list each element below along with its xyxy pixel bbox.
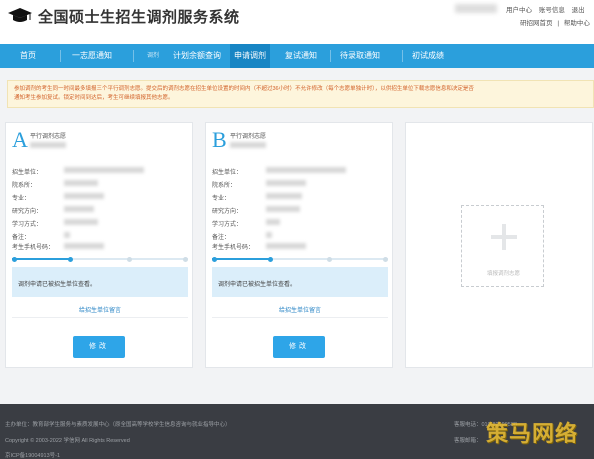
- redacted-value: [266, 232, 272, 238]
- footer-service-email: 客服邮箱：: [454, 438, 482, 444]
- notice-banner: 参加调剂的考生同一时间最多填报三个平行调剂志愿。提交后的调剂志愿在招生单位设置的…: [7, 80, 594, 108]
- nav-divider: [60, 50, 61, 62]
- field-label-department: 院系所：: [12, 183, 37, 189]
- footer-icp[interactable]: 京ICP备19004913号-1: [5, 451, 60, 459]
- redacted-value: [64, 180, 98, 186]
- notice-line-2: 通知考生参加复试。锁定时间到达后，考生可继续填报其他志愿。: [14, 95, 174, 101]
- choice-subtitle: 平行调剂志愿: [230, 134, 267, 140]
- watermark: 策马网络: [486, 421, 579, 446]
- progress-dot: [268, 256, 273, 262]
- main-nav: 首页 一志愿通知 调剂 计划余额查询 申请调剂 复试通知 待录取通知 初试成绩: [0, 44, 594, 68]
- nav-initial-scores[interactable]: 初试成绩: [405, 44, 451, 68]
- logout-link[interactable]: 退出: [572, 7, 585, 14]
- redacted-value: [64, 219, 98, 225]
- field-label-major: 专业：: [12, 196, 31, 202]
- message-unit-link[interactable]: 给招生单位留言: [206, 305, 394, 314]
- graduation-cap-icon: [8, 8, 32, 22]
- nav-pending-admission[interactable]: 待录取通知: [332, 44, 388, 68]
- nav-home[interactable]: 首页: [8, 44, 48, 68]
- username-redacted: [455, 4, 497, 13]
- review-progress: [212, 256, 388, 262]
- progress-dot: [68, 256, 73, 262]
- chsi-home-link[interactable]: 研招网首页: [520, 20, 553, 27]
- edit-button[interactable]: 修改: [273, 336, 325, 358]
- redacted-value: [64, 206, 94, 212]
- user-center-link[interactable]: 用户中心: [506, 7, 532, 14]
- progress-dot: [212, 256, 217, 262]
- message-unit-link[interactable]: 给招生单位留言: [6, 305, 194, 314]
- add-choice-label: 填报调剂志愿: [486, 271, 520, 277]
- field-label-study-mode: 学习方式：: [12, 222, 43, 228]
- progress-dot: [12, 256, 17, 262]
- field-label-unit: 招生单位：: [12, 170, 43, 176]
- add-choice-card: 填报调剂志愿: [405, 122, 593, 368]
- progress-dot: [183, 256, 188, 262]
- add-choice-button[interactable]: 填报调剂志愿: [461, 205, 544, 287]
- choice-letter: A: [12, 127, 28, 152]
- choice-card-a: A 平行调剂志愿 招生单位： 院系所： 专业： 研究方向： 学习方式： 备注： …: [5, 122, 193, 368]
- link-separator: |: [557, 20, 560, 27]
- status-text: 调剂申请已被招生单位查看。: [218, 282, 297, 288]
- redacted-value: [30, 142, 66, 148]
- nav-first-choice-notice[interactable]: 一志愿通知: [62, 44, 122, 68]
- redacted-value: [266, 167, 346, 173]
- edit-button[interactable]: 修改: [73, 336, 125, 358]
- field-label-unit: 招生单位：: [212, 170, 243, 176]
- header: 全国硕士生招生调剂服务系统 用户中心 账号信息 退出 研招网首页 | 帮助中心: [0, 0, 594, 44]
- redacted-value: [266, 243, 306, 249]
- field-label-direction: 研究方向：: [12, 209, 43, 215]
- divider: [212, 317, 388, 318]
- nav-divider: [133, 50, 134, 62]
- redacted-value: [266, 193, 302, 199]
- redacted-value: [266, 206, 300, 212]
- redacted-value: [64, 243, 104, 249]
- divider: [12, 317, 188, 318]
- redacted-value: [266, 219, 280, 225]
- nav-plan-balance[interactable]: 计划余额查询: [168, 44, 226, 68]
- progress-dot: [127, 256, 132, 262]
- footer-sponsor: 主办单位：教育部学生服务与素质发展中心（原全国高等学校学生信息咨询与就业指导中心…: [5, 422, 231, 428]
- redacted-value: [64, 232, 70, 238]
- site-title[interactable]: 全国硕士生招生调剂服务系统: [38, 6, 240, 27]
- field-label-phone: 考生手机号码：: [12, 245, 55, 251]
- nav-apply-adjustment[interactable]: 申请调剂: [230, 44, 270, 68]
- nav-divider: [330, 50, 331, 62]
- help-center-link[interactable]: 帮助中心: [564, 20, 590, 27]
- nav-retest-notice[interactable]: 复试通知: [276, 44, 326, 68]
- redacted-value: [64, 167, 144, 173]
- field-label-department: 院系所：: [212, 183, 237, 189]
- status-box: 调剂申请已被招生单位查看。: [212, 267, 388, 297]
- field-label-major: 专业：: [212, 196, 231, 202]
- nav-divider: [402, 50, 403, 62]
- progress-dot: [327, 256, 332, 262]
- field-label-study-mode: 学习方式：: [212, 222, 243, 228]
- field-label-direction: 研究方向：: [212, 209, 243, 215]
- notice-line-1: 参加调剂的考生同一时间最多填报三个平行调剂志愿。提交后的调剂志愿在招生单位设置的…: [14, 86, 474, 92]
- footer-copyright: Copyright © 2003-2022 学信网 All Rights Res…: [5, 438, 130, 444]
- choice-letter: B: [212, 127, 227, 152]
- field-label-remark: 备注：: [212, 235, 231, 241]
- status-box: 调剂申请已被招生单位查看。: [12, 267, 188, 297]
- redacted-value: [230, 142, 266, 148]
- redacted-value: [266, 180, 306, 186]
- field-label-phone: 考生手机号码：: [212, 245, 255, 251]
- top-links-secondary: 研招网首页 | 帮助中心: [520, 17, 593, 27]
- nav-adjust[interactable]: 调剂: [138, 44, 168, 68]
- account-info-link[interactable]: 账号信息: [539, 7, 565, 14]
- plus-icon: [491, 224, 517, 250]
- choice-subtitle: 平行调剂志愿: [30, 134, 67, 140]
- field-label-remark: 备注：: [12, 235, 31, 241]
- choice-card-b: B 平行调剂志愿 招生单位： 院系所： 专业： 研究方向： 学习方式： 备注： …: [205, 122, 393, 368]
- review-progress: [12, 256, 188, 262]
- redacted-value: [64, 193, 104, 199]
- progress-fill: [12, 258, 71, 260]
- progress-dot: [383, 256, 388, 262]
- top-links: 用户中心 账号信息 退出: [506, 4, 590, 14]
- progress-fill: [212, 258, 271, 260]
- status-text: 调剂申请已被招生单位查看。: [18, 282, 97, 288]
